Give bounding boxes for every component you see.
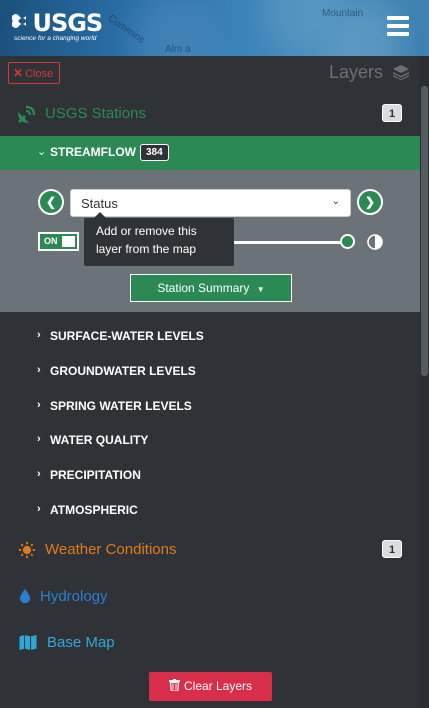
list-item-precipitation[interactable]: › PRECIPITATION xyxy=(0,460,420,490)
list-item-label: GROUNDWATER LEVELS xyxy=(50,364,196,378)
section-weather-conditions[interactable]: Weather Conditions 1 xyxy=(0,530,420,570)
status-select[interactable]: Status ⌄ xyxy=(70,189,351,217)
map-label: Mountain xyxy=(322,8,364,19)
layers-panel: ✕ Close Layers USGS Stations 1 ⌄ STREAMFL… xyxy=(0,56,420,708)
layers-title: Layers xyxy=(329,62,410,83)
next-button[interactable]: ❯ xyxy=(357,189,383,215)
clear-layers-label: Clear Layers xyxy=(183,679,253,693)
contrast-icon xyxy=(367,234,383,250)
list-item-water-quality[interactable]: › WATER QUALITY xyxy=(0,425,420,455)
list-item-label: ATMOSPHERIC xyxy=(50,503,138,517)
toggle-label: ON xyxy=(44,236,58,246)
previous-button[interactable]: ❮ xyxy=(38,189,64,215)
streamflow-label: STREAMFLOW xyxy=(50,145,136,159)
section-label: USGS Stations xyxy=(45,105,146,122)
logo-tagline: science for a changing world xyxy=(14,35,97,42)
logo-name: USGS xyxy=(32,9,103,37)
close-icon: ✕ xyxy=(13,66,24,80)
close-label: Close xyxy=(25,68,54,80)
list-item-groundwater-levels[interactable]: › GROUNDWATER LEVELS xyxy=(0,356,420,386)
section-label: Hydrology xyxy=(40,588,108,605)
section-hydrology[interactable]: Hydrology xyxy=(0,577,420,617)
chevron-down-icon: ⌄ xyxy=(331,196,340,207)
satellite-dish-icon xyxy=(17,105,36,124)
summary-label: Station Summary xyxy=(157,281,250,295)
trash-icon xyxy=(168,679,180,692)
list-item-label: WATER QUALITY xyxy=(50,433,149,447)
section-base-map[interactable]: Base Map xyxy=(0,623,420,663)
streamflow-count-badge: 384 xyxy=(140,144,169,161)
layers-title-text: Layers xyxy=(328,62,383,82)
toggle-knob xyxy=(62,236,75,247)
water-drop-icon xyxy=(19,588,31,604)
chevron-right-icon: › xyxy=(37,364,41,376)
count-badge: 1 xyxy=(382,540,402,558)
list-item-label: SURFACE-WATER LEVELS xyxy=(50,329,204,343)
usgs-logo[interactable]: USGS science for a changing world xyxy=(12,9,103,42)
count-badge: 1 xyxy=(382,104,402,122)
list-item-atmospheric[interactable]: › ATMOSPHERIC xyxy=(0,495,420,525)
list-item-label: PRECIPITATION xyxy=(50,468,141,482)
chevron-down-icon: ⌄ xyxy=(37,146,47,158)
station-summary-button[interactable]: Station Summary ▼ xyxy=(130,274,292,302)
close-button[interactable]: ✕ Close xyxy=(8,62,60,84)
app-header: Alm a Cummins Mountain USGS science for … xyxy=(0,0,429,56)
clear-layers-button[interactable]: Clear Layers xyxy=(149,672,272,701)
list-item-surface-water-levels[interactable]: › SURFACE-WATER LEVELS xyxy=(0,321,420,351)
streamflow-toggle[interactable]: ⌄ STREAMFLOW 384 xyxy=(0,136,420,170)
list-item-spring-water-levels[interactable]: › SPRING WATER LEVELS xyxy=(0,391,420,421)
chevron-right-icon: › xyxy=(37,329,41,341)
streamflow-options: ❮ Status ⌄ ❯ ON Add or remove this layer… xyxy=(0,170,420,312)
opacity-slider[interactable] xyxy=(230,241,348,244)
map-label: Alm a xyxy=(165,44,191,55)
map-icon xyxy=(19,634,37,651)
usgs-wave-icon xyxy=(12,14,26,28)
chevron-right-icon: › xyxy=(37,433,41,445)
menu-icon[interactable] xyxy=(387,16,409,36)
chevron-right-icon: ❯ xyxy=(364,195,376,209)
list-item-label: SPRING WATER LEVELS xyxy=(50,399,192,413)
opacity-slider-handle[interactable] xyxy=(340,234,355,249)
sun-icon xyxy=(18,541,36,559)
layers-stack-icon xyxy=(393,65,409,80)
section-label: Weather Conditions xyxy=(45,541,177,558)
section-label: Base Map xyxy=(47,634,115,651)
chevron-right-icon: › xyxy=(37,503,41,515)
tooltip: Add or remove this layer from the map xyxy=(84,212,234,266)
section-usgs-stations[interactable]: USGS Stations 1 xyxy=(0,94,420,134)
layer-toggle[interactable]: ON xyxy=(38,232,79,251)
status-select-value: Status xyxy=(81,196,118,211)
chevron-left-icon: ❮ xyxy=(45,195,57,209)
chevron-right-icon: › xyxy=(37,399,41,411)
caret-down-icon: ▼ xyxy=(256,285,265,294)
chevron-right-icon: › xyxy=(37,468,41,480)
scrollbar-thumb[interactable] xyxy=(421,86,428,376)
scrollbar[interactable] xyxy=(420,56,429,708)
